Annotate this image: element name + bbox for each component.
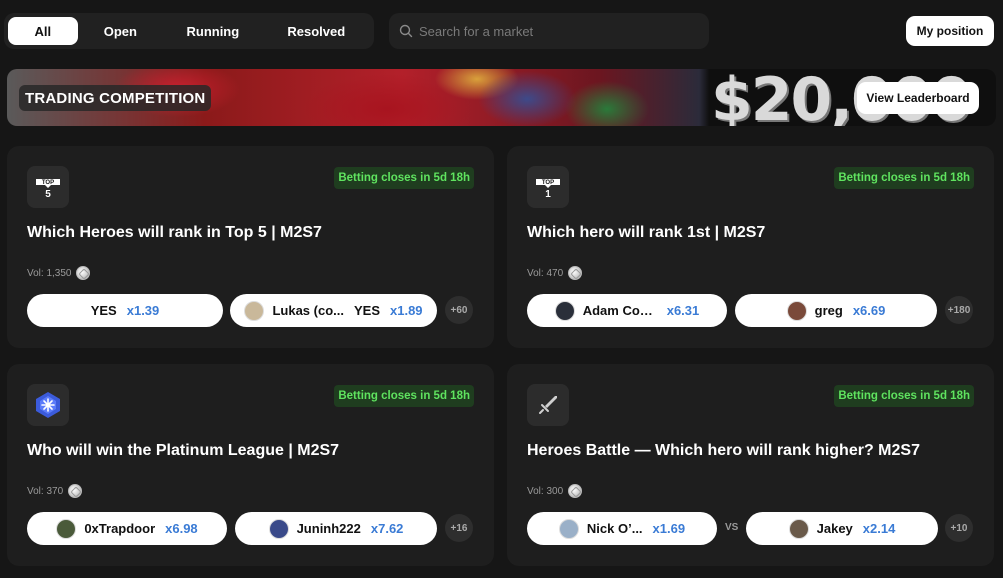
trading-competition-banner[interactable]: $20,000 TRADING COMPETITION View Leaderb…	[7, 69, 996, 126]
avatar	[786, 300, 807, 321]
market-card[interactable]: Betting closes in 5d 18h Heroes Battle —…	[507, 364, 994, 566]
tab-running[interactable]: Running	[163, 17, 262, 45]
market-card[interactable]: Betting closes in 5d 18h Who will win th…	[7, 364, 494, 566]
option-button[interactable]: Juninh222 x7.62	[235, 512, 437, 545]
svg-text:TOP: TOP	[42, 180, 54, 186]
option-name: Juninh222	[296, 521, 361, 536]
option-multiplier: x1.69	[652, 521, 686, 536]
option-label: YES	[353, 303, 380, 318]
svg-text:TOP: TOP	[542, 180, 554, 186]
volume: Vol: 370	[27, 484, 83, 498]
market-title[interactable]: Which hero will rank 1st | M2S7	[527, 224, 765, 242]
option-multiplier: x6.69	[852, 303, 886, 318]
coin-icon	[568, 484, 583, 498]
avatar	[558, 518, 579, 539]
option-multiplier: x2.14	[862, 521, 896, 536]
market-title[interactable]: Who will win the Platinum League | M2S7	[27, 442, 339, 460]
volume: Vol: 470	[527, 266, 583, 280]
option-button[interactable]: Lukas (co... YES x1.89	[230, 294, 437, 327]
betting-closes-badge: Betting closes in 5d 18h	[834, 167, 974, 189]
sword-icon	[527, 384, 569, 426]
option-button[interactable]: greg x6.69	[735, 294, 937, 327]
option-multiplier: x6.31	[666, 303, 700, 318]
option-button[interactable]: Nick O’... x1.69	[527, 512, 717, 545]
option-name: Adam Coc...	[582, 303, 657, 318]
option-name: Nick O’...	[586, 521, 643, 536]
market-title[interactable]: Heroes Battle — Which hero will rank hig…	[527, 442, 920, 460]
avatar	[56, 518, 77, 539]
top-bar: All Open Running Resolved My position	[0, 13, 1003, 49]
coin-icon	[76, 266, 91, 280]
tab-all[interactable]: All	[8, 17, 78, 45]
versus-label: VS	[725, 522, 739, 533]
option-button[interactable]: 0xTrapdoor x6.98	[27, 512, 227, 545]
svg-text:5: 5	[45, 189, 51, 200]
tab-resolved[interactable]: Resolved	[267, 17, 366, 45]
option-multiplier: x6.98	[165, 521, 198, 536]
my-position-button[interactable]: My position	[906, 16, 994, 46]
betting-closes-badge: Betting closes in 5d 18h	[334, 167, 474, 189]
option-multiplier: x1.39	[126, 303, 160, 318]
option-multiplier: x1.89	[390, 303, 423, 318]
tab-open[interactable]: Open	[82, 17, 160, 45]
option-button[interactable]: Jakey x2.14	[746, 512, 938, 545]
option-name: Jakey	[816, 521, 853, 536]
volume-text: Vol: 370	[27, 485, 64, 497]
option-label: YES	[90, 303, 117, 318]
avatar	[244, 300, 265, 321]
status-filter-group: All Open Running Resolved	[4, 13, 374, 49]
option-button[interactable]: YES x1.39	[27, 294, 223, 327]
option-button[interactable]: Adam Coc... x6.31	[527, 294, 727, 327]
option-multiplier: x7.62	[370, 521, 404, 536]
volume-text: Vol: 470	[527, 267, 564, 279]
banner-title: TRADING COMPETITION	[19, 85, 212, 111]
svg-text:1: 1	[545, 189, 551, 200]
betting-closes-badge: Betting closes in 5d 18h	[334, 385, 474, 407]
more-options-count[interactable]: +16	[445, 514, 473, 542]
coin-icon	[568, 266, 583, 280]
platinum-league-icon	[27, 384, 69, 426]
avatar	[268, 518, 289, 539]
avatar	[554, 300, 575, 321]
market-card[interactable]: TOP 5 Betting closes in 5d 18h Which Her…	[7, 146, 494, 348]
more-options-count[interactable]: +10	[945, 514, 973, 542]
volume-text: Vol: 1,350	[27, 267, 72, 279]
coin-icon	[68, 484, 83, 498]
volume: Vol: 1,350	[27, 266, 91, 280]
market-title[interactable]: Which Heroes will rank in Top 5 | M2S7	[27, 224, 322, 242]
volume: Vol: 300	[527, 484, 583, 498]
search-icon	[399, 24, 413, 38]
option-name: greg	[814, 303, 843, 318]
view-leaderboard-button[interactable]: View Leaderboard	[857, 82, 979, 114]
search-input[interactable]	[419, 23, 699, 39]
option-name: Lukas (co...	[272, 303, 344, 318]
top1-icon: TOP 1	[527, 166, 569, 208]
more-options-count[interactable]: +60	[445, 296, 473, 324]
option-name: 0xTrapdoor	[84, 521, 156, 536]
market-card[interactable]: TOP 1 Betting closes in 5d 18h Which her…	[507, 146, 994, 348]
market-search[interactable]	[389, 13, 709, 49]
betting-closes-badge: Betting closes in 5d 18h	[834, 385, 974, 407]
top5-icon: TOP 5	[27, 166, 69, 208]
more-options-count[interactable]: +180	[945, 296, 973, 324]
avatar	[788, 518, 809, 539]
volume-text: Vol: 300	[527, 485, 564, 497]
